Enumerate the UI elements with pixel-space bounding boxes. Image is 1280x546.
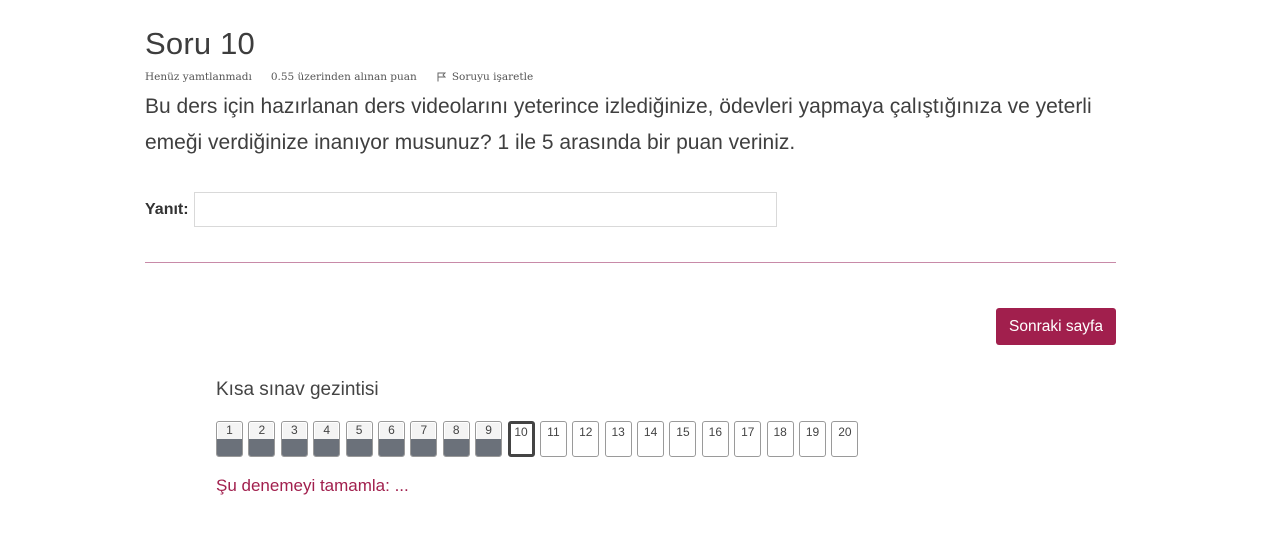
quiz-nav-number: 15 [676,425,690,439]
quiz-nav-button[interactable]: 17 [734,421,762,457]
quiz-nav-number: 14 [643,425,658,439]
answered-indicator [249,439,275,456]
quiz-nav-button[interactable]: 7 [410,421,438,457]
quiz-nav-button[interactable]: 20 [831,421,859,457]
quiz-nav-number: 7 [412,423,436,440]
quiz-nav-number: 13 [611,425,625,439]
question-text: Bu ders için hazırlanan ders videolarını… [145,95,1092,154]
quiz-nav-number: 4 [315,423,339,440]
answered-indicator [443,439,469,456]
quiz-nav-button[interactable]: 13 [604,421,632,457]
quiz-navigation-grid: 1 2 3 4 5 6 7 8 9 10 11 12 13 14 15 16 17 18 19 20 [216,421,864,457]
quiz-nav-number: 10 [514,425,528,439]
quiz-nav-number: 18 [773,425,787,439]
answered-indicator [378,439,404,456]
quiz-nav-button[interactable]: 12 [572,421,600,457]
quiz-nav-number: 11 [547,425,560,439]
quiz-nav-button[interactable]: 10 [507,421,535,457]
answered-indicator [411,439,437,456]
quiz-nav-button[interactable]: 9 [475,421,503,457]
quiz-nav-button[interactable]: 4 [313,421,341,457]
quiz-nav-button[interactable]: 6 [377,421,405,457]
answer-label: Yanıt: [145,200,189,218]
quiz-nav-number: 3 [282,423,306,440]
quiz-nav-button[interactable]: 3 [280,421,308,457]
flag-icon [437,72,446,82]
quiz-nav-number: 19 [805,425,820,439]
quiz-nav-number: 9 [477,423,501,440]
quiz-nav-button[interactable]: 5 [345,421,373,457]
answered-indicator [217,439,242,456]
quiz-nav-number: 20 [838,425,852,439]
quiz-nav-number: 2 [250,423,274,440]
quiz-nav-button[interactable]: 19 [799,421,827,457]
question-info: Henüz yamtlanmadı 0.55 üzerinden alınan … [145,71,533,83]
quiz-nav-number: 16 [708,425,723,439]
quiz-nav-button[interactable]: 2 [248,421,276,457]
quiz-nav-button[interactable]: 15 [669,421,697,457]
quiz-nav-button[interactable]: 8 [442,421,470,457]
quiz-nav-button[interactable]: 11 [539,421,567,457]
question-status: Henüz yamtlanmadı [145,71,252,83]
answered-indicator [346,439,372,456]
finish-attempt-link[interactable]: Şu denemeyi tamamla: ... [216,476,409,496]
answer-row: Yanıt: [145,192,777,227]
answered-indicator [476,439,502,456]
flag-question-label: Soruyu işaretle [451,71,534,83]
quiz-nav-number: 12 [579,425,593,439]
quiz-navigation-title: Kısa sınav gezintisi [216,379,379,400]
answer-input[interactable] [193,192,777,227]
quiz-nav-number: 5 [347,423,371,440]
quiz-nav-number: 1 [218,423,241,440]
next-page-button[interactable]: Sonraki sayfa [996,308,1116,345]
answered-indicator [281,439,307,456]
answered-indicator [314,439,340,456]
quiz-nav-button[interactable]: 14 [637,421,665,457]
flag-question-button[interactable]: Soruyu işaretle [437,71,533,83]
question-points: 0.55 üzerinden alınan puan [270,71,417,83]
quiz-nav-number: 17 [741,425,755,439]
divider [145,262,1116,263]
quiz-nav-button[interactable]: 18 [766,421,794,457]
quiz-nav-button[interactable]: 16 [701,421,729,457]
quiz-nav-button[interactable]: 1 [216,421,243,457]
quiz-nav-number: 6 [379,423,403,440]
quiz-nav-number: 8 [444,423,468,440]
question-title: Soru 10 [145,26,255,61]
